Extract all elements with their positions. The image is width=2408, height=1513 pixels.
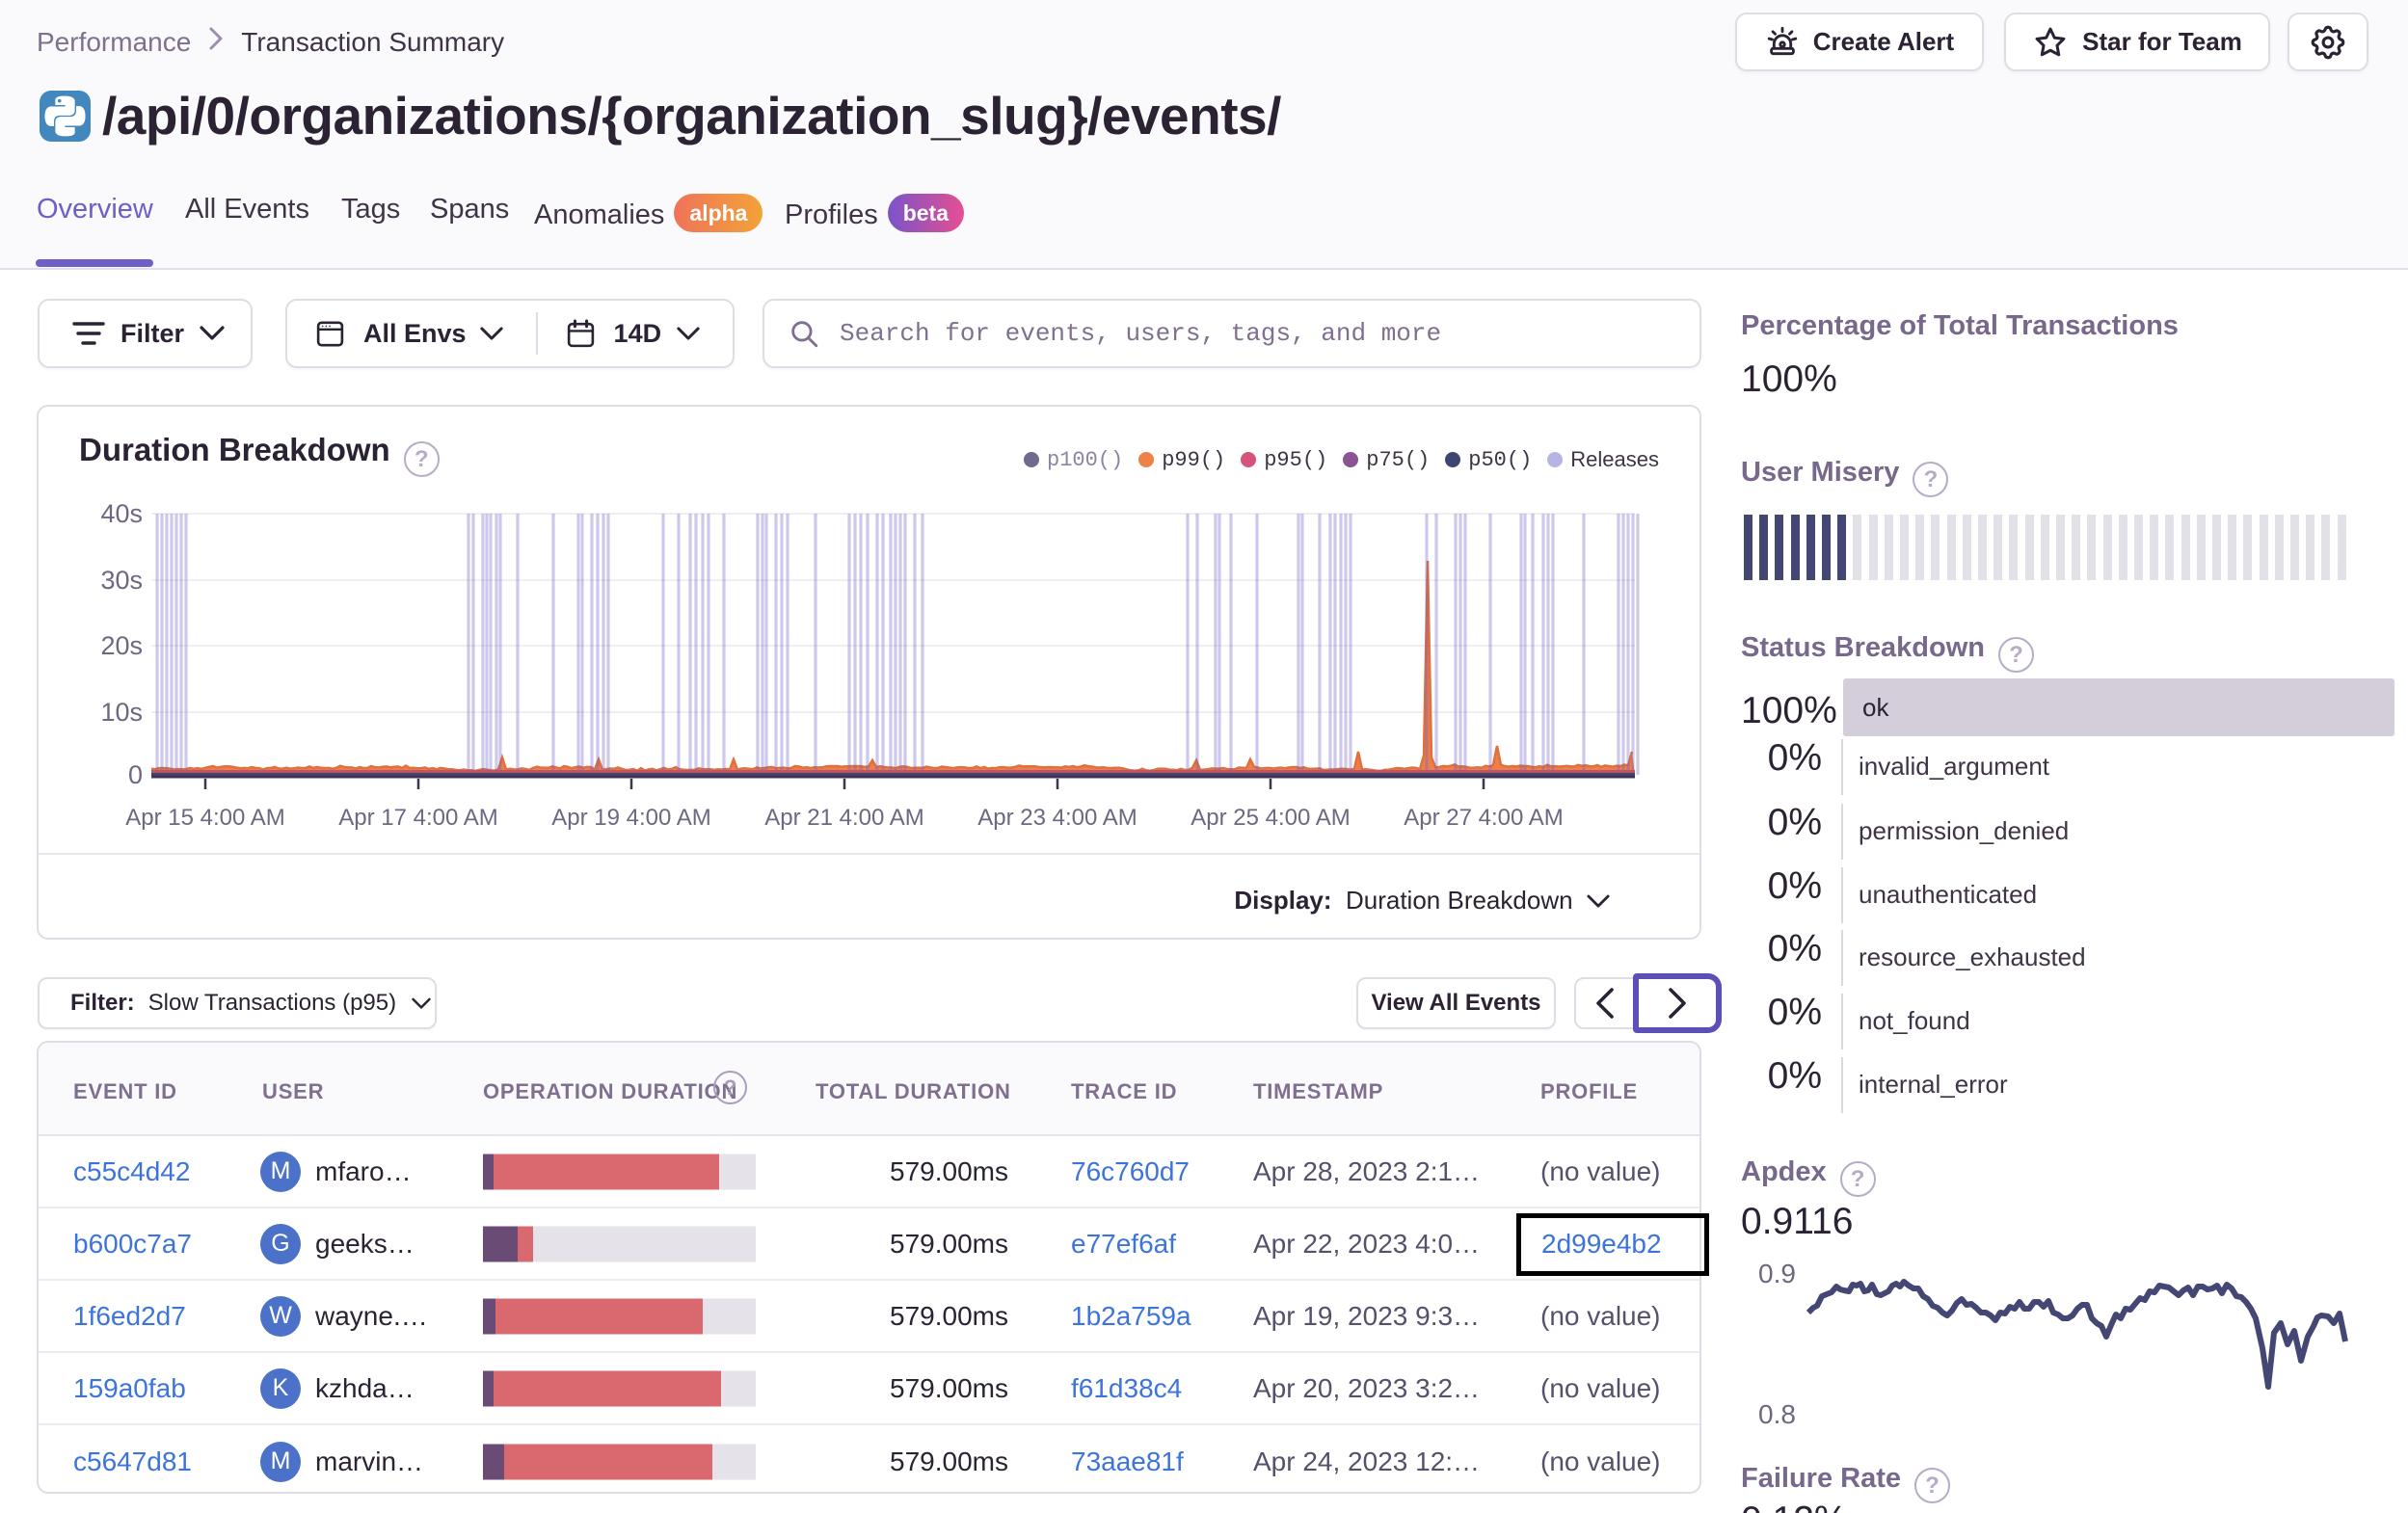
svg-text:40s: 40s (100, 499, 143, 528)
svg-text:Apr 25 4:00 AM: Apr 25 4:00 AM (1191, 805, 1350, 831)
svg-text:Apr 19 4:00 AM: Apr 19 4:00 AM (551, 805, 710, 831)
svg-text:0: 0 (128, 760, 143, 789)
svg-text:30s: 30s (100, 566, 143, 595)
svg-text:20s: 20s (100, 631, 143, 660)
svg-text:Apr 23 4:00 AM: Apr 23 4:00 AM (977, 805, 1137, 831)
svg-text:10s: 10s (100, 698, 143, 727)
svg-text:Apr 15 4:00 AM: Apr 15 4:00 AM (125, 805, 284, 831)
svg-text:Apr 27 4:00 AM: Apr 27 4:00 AM (1404, 805, 1563, 831)
svg-text:Apr 21 4:00 AM: Apr 21 4:00 AM (764, 805, 923, 831)
svg-text:Apr 17 4:00 AM: Apr 17 4:00 AM (338, 805, 497, 831)
